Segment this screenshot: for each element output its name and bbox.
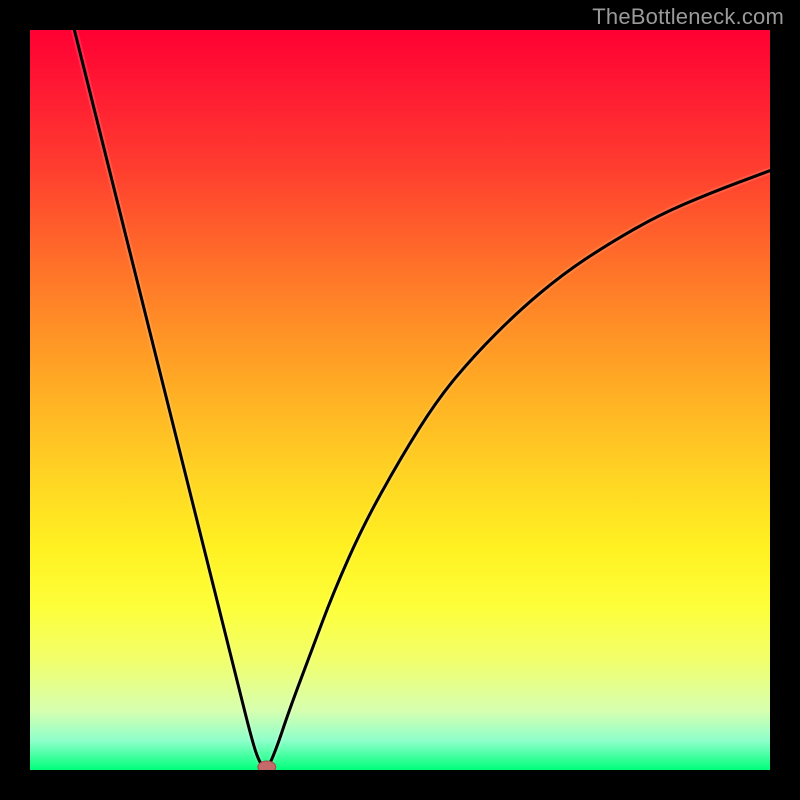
chart-frame: TheBottleneck.com (0, 0, 800, 800)
bottleneck-curve (74, 30, 770, 770)
watermark: TheBottleneck.com (592, 4, 784, 30)
chart-svg (30, 30, 770, 770)
plot-area (30, 30, 770, 770)
optimum-marker (258, 761, 276, 770)
curve-highlight (74, 30, 770, 770)
